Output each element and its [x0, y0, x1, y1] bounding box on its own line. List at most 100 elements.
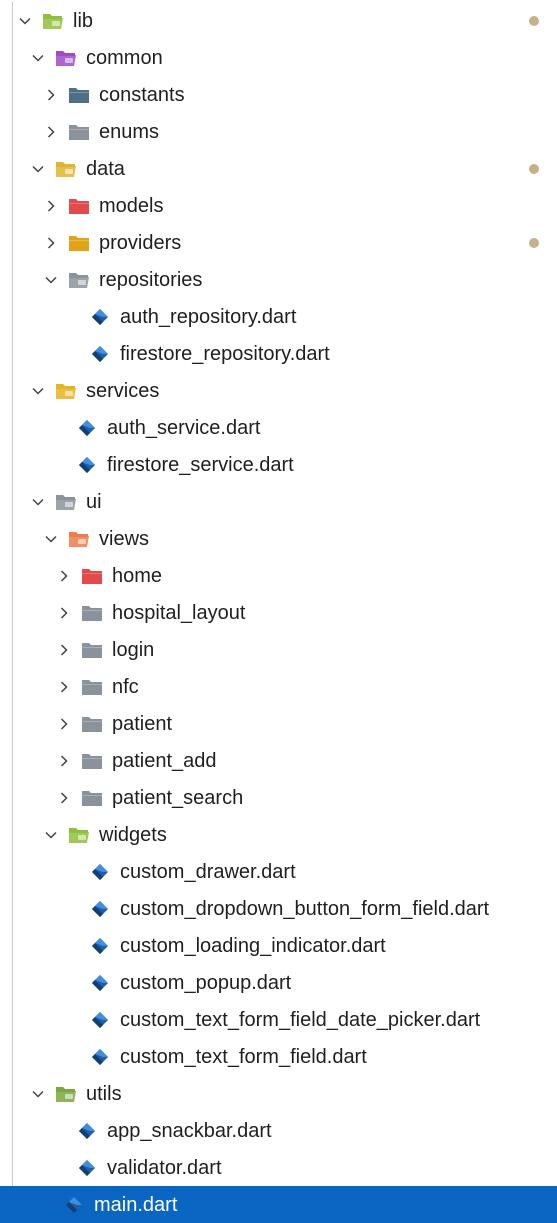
- chevron-down-icon[interactable]: [27, 491, 49, 513]
- chevron-down-icon[interactable]: [27, 380, 49, 402]
- tree-item-label: home: [112, 564, 163, 587]
- tree-folder-patient[interactable]: patient: [0, 705, 557, 742]
- tree-folder-ui[interactable]: ui: [0, 483, 557, 520]
- tree-item-label: custom_text_form_field.dart: [120, 1045, 367, 1068]
- tree-item-label: enums: [99, 120, 160, 143]
- tree-item-label: models: [99, 194, 164, 217]
- tree-item-label: firestore_service.dart: [107, 453, 294, 476]
- tree-file-custom-text-form-field-date-picker-dart[interactable]: custom_text_form_field_date_picker.dart: [0, 1001, 557, 1038]
- tree-item-label: constants: [99, 83, 185, 106]
- tree-item-label: utils: [86, 1082, 122, 1105]
- folder-icon: [81, 713, 103, 735]
- tree-item-label: firestore_repository.dart: [120, 342, 330, 365]
- tree-file-firestore-service-dart[interactable]: firestore_service.dart: [0, 446, 557, 483]
- tree-folder-repositories[interactable]: repositories: [0, 261, 557, 298]
- tree-item-label: custom_loading_indicator.dart: [120, 934, 386, 957]
- chevron-down-icon[interactable]: [27, 158, 49, 180]
- tree-folder-widgets[interactable]: widgets: [0, 816, 557, 853]
- tree-item-label: validator.dart: [107, 1156, 222, 1179]
- chevron-right-icon[interactable]: [53, 602, 75, 624]
- tree-item-label: common: [86, 46, 163, 69]
- tree-folder-common[interactable]: common: [0, 39, 557, 76]
- folder-open-icon: [55, 491, 77, 513]
- tree-item-label: views: [99, 527, 150, 550]
- tree-file-app-snackbar-dart[interactable]: app_snackbar.dart: [0, 1112, 557, 1149]
- tree-item-label: custom_dropdown_button_form_field.dart: [120, 897, 490, 920]
- tree-folder-data[interactable]: data: [0, 150, 557, 187]
- chevron-down-icon[interactable]: [27, 47, 49, 69]
- tree-item-label: main.dart: [94, 1193, 178, 1216]
- tree-file-main-dart[interactable]: main.dart: [0, 1186, 557, 1223]
- chevron-down-icon[interactable]: [40, 528, 62, 550]
- tree-folder-enums[interactable]: enums: [0, 113, 557, 150]
- modified-indicator-dot: [529, 237, 539, 248]
- folder-lib-open-icon: [42, 10, 64, 32]
- chevron-right-icon[interactable]: [53, 565, 75, 587]
- folder-utils-open-icon: [55, 1083, 77, 1105]
- dart-file-icon: [76, 1157, 98, 1179]
- tree-file-custom-loading-indicator-dart[interactable]: custom_loading_indicator.dart: [0, 927, 557, 964]
- chevron-right-icon[interactable]: [40, 232, 62, 254]
- tree-file-auth-repository-dart[interactable]: auth_repository.dart: [0, 298, 557, 335]
- folder-providers-icon: [68, 232, 90, 254]
- chevron-right-icon[interactable]: [53, 750, 75, 772]
- file-explorer-tree: lib common constants enums data models provide…: [0, 2, 557, 1223]
- folder-data-open-icon: [55, 158, 77, 180]
- tree-folder-nfc[interactable]: nfc: [0, 668, 557, 705]
- chevron-right-icon[interactable]: [53, 639, 75, 661]
- tree-folder-views[interactable]: views: [0, 520, 557, 557]
- chevron-down-icon[interactable]: [14, 10, 36, 32]
- chevron-right-icon[interactable]: [53, 713, 75, 735]
- folder-models-icon: [68, 195, 90, 217]
- chevron-down-icon[interactable]: [40, 824, 62, 846]
- tree-item-label: repositories: [99, 268, 203, 291]
- tree-file-custom-text-form-field-dart[interactable]: custom_text_form_field.dart: [0, 1038, 557, 1075]
- tree-folder-services[interactable]: services: [0, 372, 557, 409]
- folder-icon: [81, 787, 103, 809]
- tree-item-label: hospital_layout: [112, 601, 246, 624]
- folder-icon: [81, 639, 103, 661]
- dart-file-icon: [89, 1046, 111, 1068]
- tree-folder-lib[interactable]: lib: [0, 2, 557, 39]
- tree-folder-providers[interactable]: providers: [0, 224, 557, 261]
- tree-item-label: auth_repository.dart: [120, 305, 297, 328]
- tree-folder-home[interactable]: home: [0, 557, 557, 594]
- chevron-right-icon[interactable]: [40, 84, 62, 106]
- tree-folder-login[interactable]: login: [0, 631, 557, 668]
- tree-file-auth-service-dart[interactable]: auth_service.dart: [0, 409, 557, 446]
- chevron-down-icon[interactable]: [40, 269, 62, 291]
- tree-file-custom-dropdown-button-form-field-dart[interactable]: custom_dropdown_button_form_field.dart: [0, 890, 557, 927]
- tree-item-label: data: [86, 157, 125, 180]
- chevron-right-icon[interactable]: [53, 676, 75, 698]
- folder-common-open-icon: [55, 47, 77, 69]
- folder-icon: [81, 676, 103, 698]
- tree-folder-models[interactable]: models: [0, 187, 557, 224]
- dart-file-icon: [89, 861, 111, 883]
- chevron-right-icon[interactable]: [40, 195, 62, 217]
- folder-views-open-icon: [68, 528, 90, 550]
- tree-file-custom-popup-dart[interactable]: custom_popup.dart: [0, 964, 557, 1001]
- tree-item-label: app_snackbar.dart: [107, 1119, 272, 1142]
- tree-file-firestore-repository-dart[interactable]: firestore_repository.dart: [0, 335, 557, 372]
- tree-file-custom-drawer-dart[interactable]: custom_drawer.dart: [0, 853, 557, 890]
- tree-folder-patient-add[interactable]: patient_add: [0, 742, 557, 779]
- tree-folder-hospital-layout[interactable]: hospital_layout: [0, 594, 557, 631]
- tree-item-label: patient: [112, 712, 173, 735]
- dart-file-icon: [89, 1009, 111, 1031]
- tree-folder-constants[interactable]: constants: [0, 76, 557, 113]
- tree-folder-patient-search[interactable]: patient_search: [0, 779, 557, 816]
- tree-file-validator-dart[interactable]: validator.dart: [0, 1149, 557, 1186]
- tree-item-label: login: [112, 638, 155, 661]
- tree-item-label: widgets: [99, 823, 167, 846]
- chevron-right-icon[interactable]: [53, 787, 75, 809]
- dart-file-icon: [89, 343, 111, 365]
- tree-item-label: custom_text_form_field_date_picker.dart: [120, 1008, 481, 1031]
- chevron-down-icon[interactable]: [27, 1083, 49, 1105]
- folder-open-icon: [68, 269, 90, 291]
- folder-widgets-open-icon: [68, 824, 90, 846]
- chevron-right-icon[interactable]: [40, 121, 62, 143]
- dart-file-icon: [89, 306, 111, 328]
- folder-home-icon: [81, 565, 103, 587]
- dart-file-icon: [89, 972, 111, 994]
- tree-folder-utils[interactable]: utils: [0, 1075, 557, 1112]
